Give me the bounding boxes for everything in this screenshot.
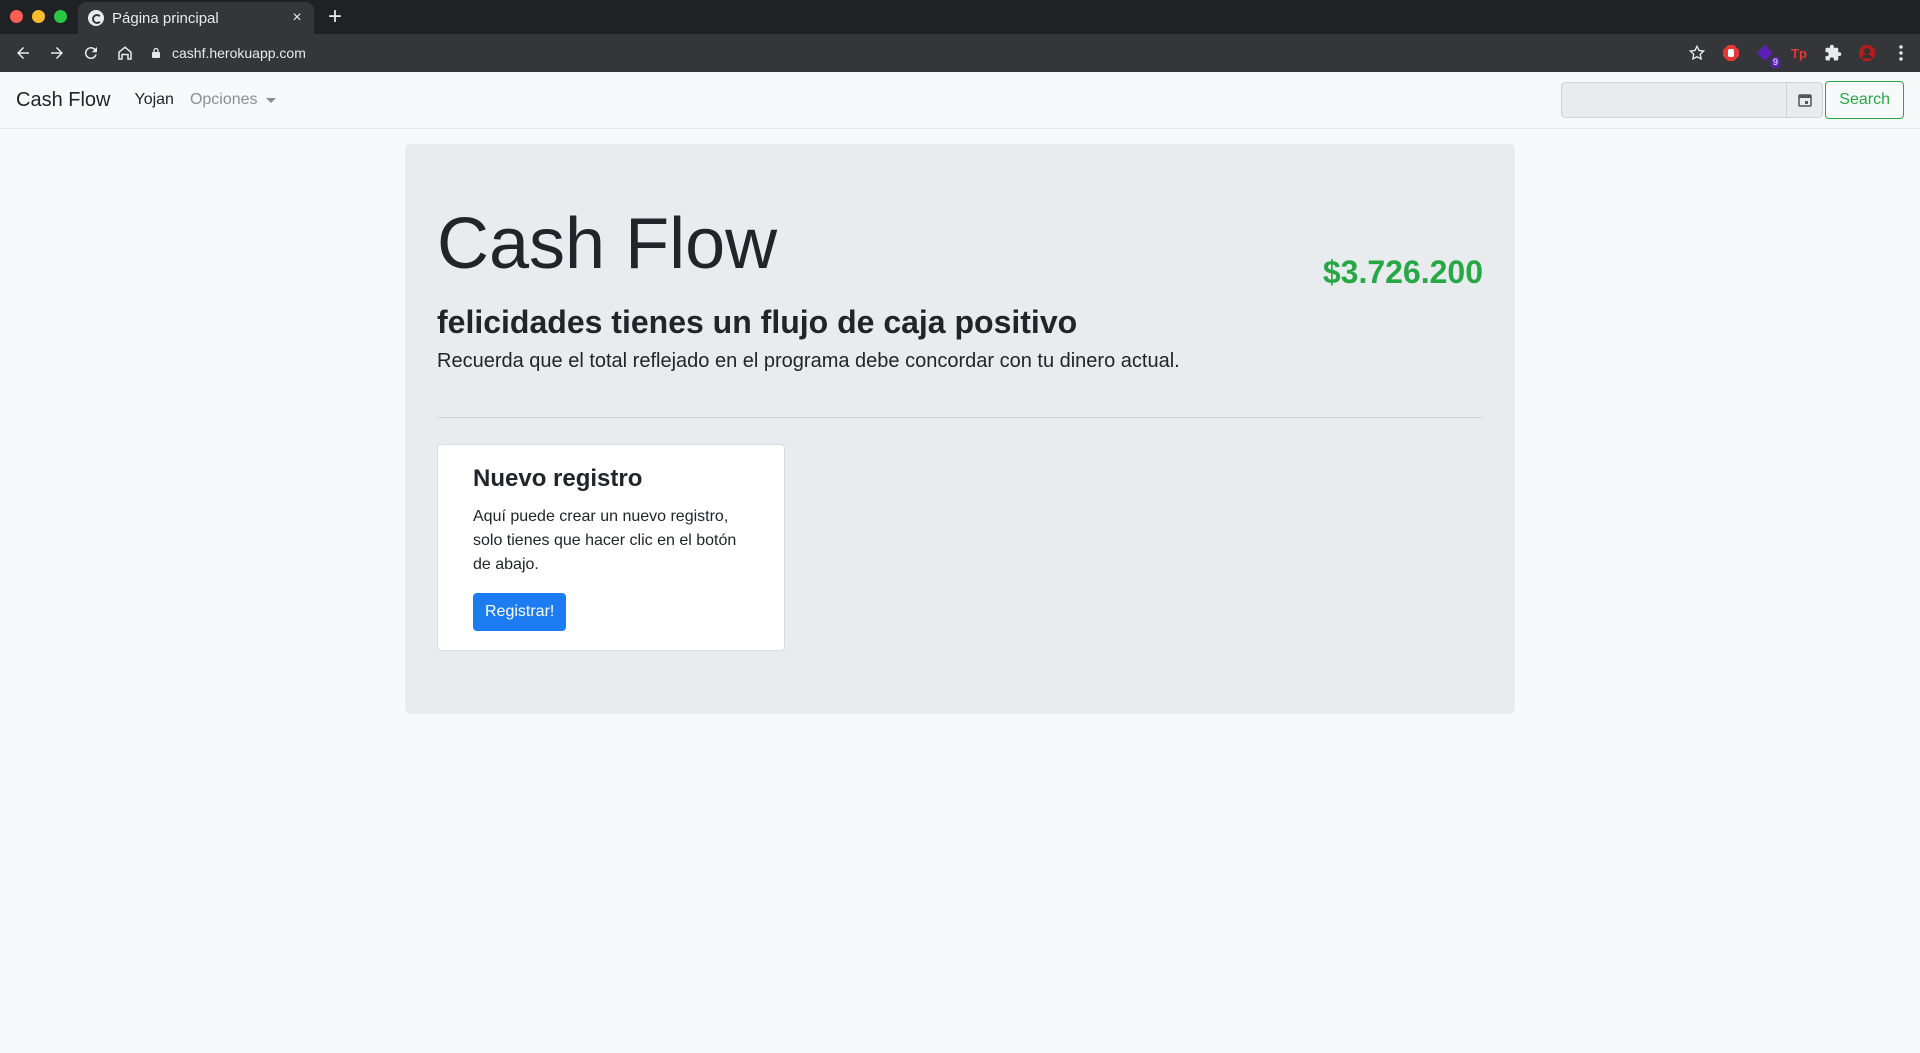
tab-close-icon[interactable]: × [286,9,308,27]
search-button[interactable]: Search [1825,81,1904,119]
calendar-button[interactable] [1787,82,1824,118]
cash-balance: $3.726.200 [1322,254,1483,290]
options-dropdown-label: Opciones [189,91,258,108]
caret-down-icon [265,97,276,103]
forward-button[interactable] [46,42,68,64]
jumbotron-subtitle: felicidades tienes un flujo de caja posi… [437,304,1078,340]
window-controls [10,10,67,23]
card-title: Nuevo registro [473,465,643,492]
back-button[interactable] [12,42,34,64]
tp-icon[interactable]: Tp [1790,44,1808,62]
register-button[interactable]: Registrar! [473,593,567,631]
app-navbar: Cash Flow Yojan Opciones Search [0,72,1920,129]
new-record-card: Nuevo registro Aquí puede crear un nuevo… [437,444,785,651]
address-bar[interactable]: cashf.herokuapp.com [150,45,306,61]
avatar-icon[interactable] [1858,44,1876,62]
calendar-icon [1798,94,1812,107]
stop-hand-icon[interactable] [1722,44,1740,62]
browser-tabbar: Página principal × + [0,0,1920,34]
jumbotron-lead: Recuerda que el total reflejado en el pr… [437,350,1180,372]
jumbotron: Cash Flow $3.726.200 felicidades tienes … [405,144,1515,714]
divider [437,417,1483,418]
new-tab-button[interactable]: + [328,3,342,31]
browser-toolbar: cashf.herokuapp.com 9 Tp [0,34,1920,72]
navbar-brand[interactable]: Cash Flow [16,89,110,112]
jumbotron-title: Cash Flow [437,204,778,284]
browser-tab-active[interactable]: Página principal × [78,2,314,34]
site-favicon-icon [88,10,104,26]
date-input[interactable] [1561,82,1788,118]
maximize-window-button[interactable] [54,10,67,23]
card-text: Aquí puede crear un nuevo registro, solo… [473,508,737,573]
minimize-window-button[interactable] [32,10,45,23]
arrow-right-icon [51,47,63,59]
tab-title: Página principal [112,9,219,27]
extensions-bar: 9 Tp [1688,34,1910,72]
close-window-button[interactable] [10,10,23,23]
extension-badge-count: 9 [1770,57,1780,68]
tp-label: Tp [1791,45,1807,61]
lock-icon [152,47,160,58]
reload-button[interactable] [80,42,102,64]
options-dropdown[interactable]: Opciones [190,91,276,109]
reload-icon [84,47,97,60]
home-icon [118,46,132,60]
puzzle-badge-icon[interactable]: 9 [1756,44,1780,68]
bookmark-star-icon[interactable] [1688,44,1706,62]
nav-user-link[interactable]: Yojan [134,91,173,109]
extensions-icon[interactable] [1824,44,1842,62]
date-search-form: Search [1561,81,1904,119]
url-text: cashf.herokuapp.com [172,45,306,61]
home-button[interactable] [114,42,136,64]
arrow-left-icon [17,47,29,59]
menu-icon[interactable] [1892,44,1910,62]
